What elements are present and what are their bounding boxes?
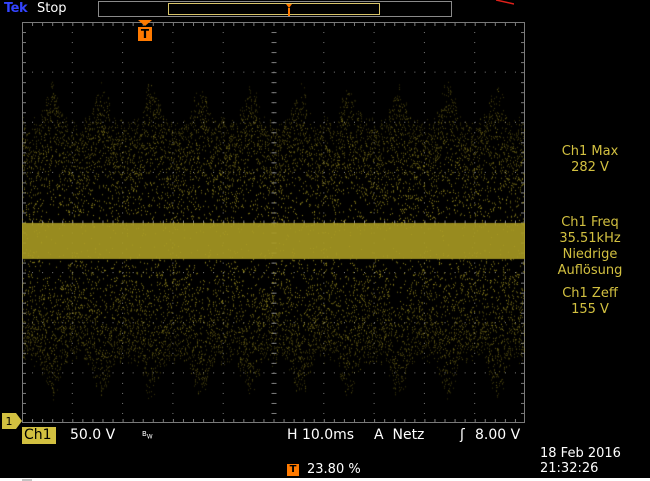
ch1-ground-marker-icon[interactable]: 1: [2, 413, 22, 429]
rising-edge-icon: ʃ: [460, 427, 465, 443]
time-readout: 21:32:26: [540, 461, 599, 476]
trigger-level[interactable]: 8.00 V: [475, 427, 520, 444]
horizontal-scale[interactable]: H 10.0ms: [287, 427, 354, 444]
ch1-vertical-scale[interactable]: 50.0 V: [70, 427, 115, 444]
measurement-label: Ch1 Max: [561, 144, 619, 159]
trigger-position-badge: T: [287, 464, 299, 476]
waveform-graticule: [22, 22, 525, 424]
offscreen-marker-icon: [496, 0, 514, 5]
trigger-position-value: 23.80 %: [307, 462, 361, 477]
svg-text:T: T: [141, 27, 150, 41]
trigger-position-indicator-icon: [286, 4, 292, 16]
brand-logo: Tek: [4, 1, 28, 16]
ch1-waveform-trace: [22, 22, 525, 423]
trigger-position-readout: T 23.80 %: [287, 462, 377, 478]
trigger-source[interactable]: A Netz: [374, 427, 424, 444]
bandwidth-limit-icon: BW: [142, 430, 153, 441]
ch1-marker-label: 1: [6, 415, 13, 428]
measurement-value: 35.51kHz: [559, 231, 621, 246]
acquisition-state[interactable]: Stop: [37, 1, 67, 16]
status-bar: Ch1 50.0 V BW H 10.0ms A Netz ʃ 8.00 V: [22, 427, 530, 446]
measurement-label: Ch1 Freq: [561, 215, 619, 230]
measurement-value: 282 V: [571, 160, 609, 175]
measurement-value: 155 V: [571, 302, 609, 317]
measurement-ch1-max: Ch1 Max 282 V: [535, 144, 645, 176]
measurement-label: Ch1 Zeff: [562, 286, 618, 301]
record-view-window: [168, 3, 380, 16]
measurement-ch1-zeff: Ch1 Zeff 155 V: [535, 286, 645, 318]
run-status: Tek Stop: [0, 0, 80, 19]
ch1-badge[interactable]: Ch1: [22, 427, 56, 444]
measurement-note: Auflösung: [557, 263, 623, 278]
date-readout: 18 Feb 2016: [540, 446, 621, 461]
measurement-ch1-freq: Ch1 Freq 35.51kHz Niedrige Auflösung: [535, 215, 645, 279]
corner-mark-icon: [22, 479, 32, 481]
trigger-position-marker-icon[interactable]: T: [137, 20, 153, 44]
record-length-bar: [98, 1, 452, 17]
measurement-note: Niedrige: [562, 247, 618, 262]
oscilloscope-screen: Tek Stop T 1 Ch1 Max 282 V Ch1 Freq 35.5…: [0, 0, 650, 478]
